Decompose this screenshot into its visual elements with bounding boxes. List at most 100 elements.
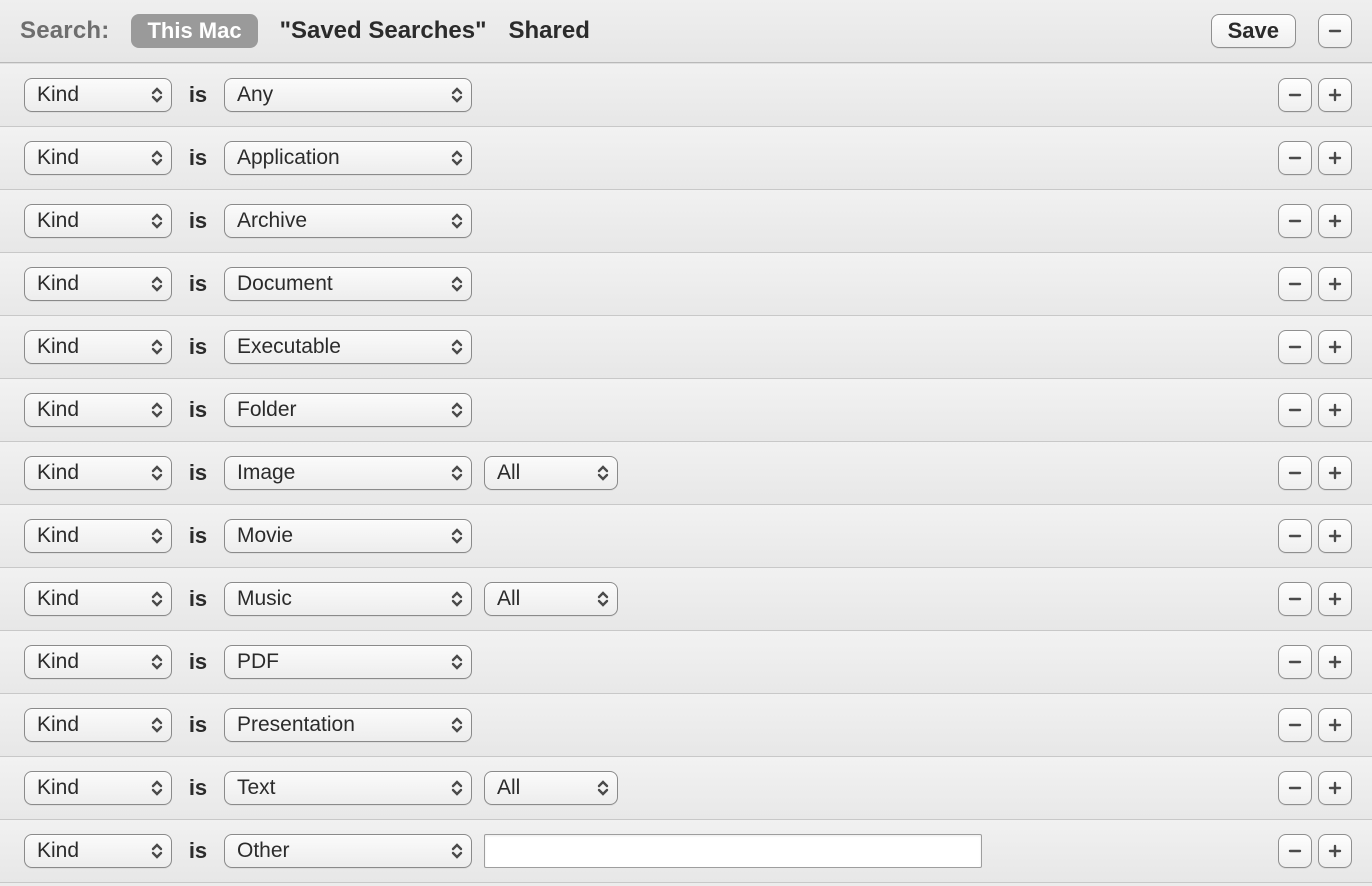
plus-icon xyxy=(1327,843,1343,859)
criterion-attribute-popup[interactable]: Kind xyxy=(24,519,172,553)
add-criterion-button[interactable] xyxy=(1318,519,1352,553)
add-criterion-button[interactable] xyxy=(1318,78,1352,112)
criterion-value-label: Presentation xyxy=(237,713,355,737)
remove-criterion-button[interactable] xyxy=(1278,582,1312,616)
criterion-value-popup[interactable]: Music xyxy=(224,582,472,616)
remove-criterion-button[interactable] xyxy=(1278,708,1312,742)
criterion-operator: is xyxy=(184,460,212,486)
minus-icon xyxy=(1287,87,1303,103)
criterion-subvalue-popup[interactable]: All xyxy=(484,582,618,616)
add-criterion-button[interactable] xyxy=(1318,708,1352,742)
save-button[interactable]: Save xyxy=(1211,14,1296,48)
criterion-row: KindisTextAll xyxy=(0,757,1372,820)
criterion-value-popup[interactable]: Movie xyxy=(224,519,472,553)
criterion-attribute-popup[interactable]: Kind xyxy=(24,267,172,301)
criterion-value-popup[interactable]: Document xyxy=(224,267,472,301)
criterion-attribute-popup[interactable]: Kind xyxy=(24,204,172,238)
criterion-value-popup[interactable]: Text xyxy=(224,771,472,805)
criterion-row-actions xyxy=(1278,141,1352,175)
criterion-row-actions xyxy=(1278,582,1352,616)
criterion-attribute-popup[interactable]: Kind xyxy=(24,645,172,679)
criterion-value-label: Folder xyxy=(237,398,297,422)
chevron-updown-icon xyxy=(151,401,163,419)
chevron-updown-icon xyxy=(451,842,463,860)
add-criterion-button[interactable] xyxy=(1318,393,1352,427)
plus-icon xyxy=(1327,465,1343,481)
criterion-value-popup[interactable]: Archive xyxy=(224,204,472,238)
criterion-attribute-popup[interactable]: Kind xyxy=(24,393,172,427)
criterion-attribute-popup[interactable]: Kind xyxy=(24,708,172,742)
plus-icon xyxy=(1327,402,1343,418)
criterion-attribute-label: Kind xyxy=(37,209,79,233)
plus-icon xyxy=(1327,87,1343,103)
chevron-updown-icon xyxy=(597,590,609,608)
criterion-attribute-popup[interactable]: Kind xyxy=(24,582,172,616)
remove-criterion-button[interactable] xyxy=(1278,834,1312,868)
chevron-updown-icon xyxy=(151,86,163,104)
remove-criterion-button[interactable] xyxy=(1278,204,1312,238)
criterion-attribute-popup[interactable]: Kind xyxy=(24,141,172,175)
criterion-value-label: Image xyxy=(237,461,295,485)
criterion-row: KindisAny xyxy=(0,64,1372,127)
criterion-value-popup[interactable]: Folder xyxy=(224,393,472,427)
criterion-attribute-popup[interactable]: Kind xyxy=(24,834,172,868)
chevron-updown-icon xyxy=(597,779,609,797)
plus-icon xyxy=(1327,339,1343,355)
criterion-value-popup[interactable]: Application xyxy=(224,141,472,175)
remove-criterion-button[interactable] xyxy=(1278,519,1312,553)
chevron-updown-icon xyxy=(151,653,163,671)
criterion-value-popup[interactable]: Other xyxy=(224,834,472,868)
criterion-subvalue-label: All xyxy=(497,461,520,485)
criterion-row-actions xyxy=(1278,645,1352,679)
criterion-operator: is xyxy=(184,271,212,297)
minus-icon xyxy=(1287,465,1303,481)
chevron-updown-icon xyxy=(597,464,609,482)
criterion-row-actions xyxy=(1278,834,1352,868)
criterion-attribute-popup[interactable]: Kind xyxy=(24,330,172,364)
remove-criterion-button[interactable] xyxy=(1278,645,1312,679)
criterion-row-actions xyxy=(1278,771,1352,805)
remove-all-criteria-button[interactable] xyxy=(1318,14,1352,48)
criterion-value-popup[interactable]: PDF xyxy=(224,645,472,679)
criterion-text-input[interactable] xyxy=(484,834,982,868)
criterion-subvalue-popup[interactable]: All xyxy=(484,456,618,490)
add-criterion-button[interactable] xyxy=(1318,645,1352,679)
plus-icon xyxy=(1327,591,1343,607)
add-criterion-button[interactable] xyxy=(1318,330,1352,364)
criterion-value-popup[interactable]: Any xyxy=(224,78,472,112)
plus-icon xyxy=(1327,150,1343,166)
remove-criterion-button[interactable] xyxy=(1278,393,1312,427)
criterion-attribute-popup[interactable]: Kind xyxy=(24,78,172,112)
criterion-attribute-label: Kind xyxy=(37,146,79,170)
criterion-value-popup[interactable]: Image xyxy=(224,456,472,490)
criterion-value-popup[interactable]: Executable xyxy=(224,330,472,364)
criterion-value-label: PDF xyxy=(237,650,279,674)
criterion-row: KindisMovie xyxy=(0,505,1372,568)
minus-icon xyxy=(1287,150,1303,166)
search-scope-this-mac[interactable]: This Mac xyxy=(131,14,257,48)
remove-criterion-button[interactable] xyxy=(1278,456,1312,490)
add-criterion-button[interactable] xyxy=(1318,834,1352,868)
criterion-value-popup[interactable]: Presentation xyxy=(224,708,472,742)
remove-criterion-button[interactable] xyxy=(1278,267,1312,301)
remove-criterion-button[interactable] xyxy=(1278,141,1312,175)
remove-criterion-button[interactable] xyxy=(1278,330,1312,364)
minus-icon xyxy=(1287,843,1303,859)
criterion-subvalue-popup[interactable]: All xyxy=(484,771,618,805)
add-criterion-button[interactable] xyxy=(1318,141,1352,175)
search-scope-shared[interactable]: Shared xyxy=(508,17,589,45)
add-criterion-button[interactable] xyxy=(1318,204,1352,238)
criterion-attribute-popup[interactable]: Kind xyxy=(24,771,172,805)
add-criterion-button[interactable] xyxy=(1318,771,1352,805)
add-criterion-button[interactable] xyxy=(1318,267,1352,301)
remove-criterion-button[interactable] xyxy=(1278,78,1312,112)
criterion-attribute-popup[interactable]: Kind xyxy=(24,456,172,490)
add-criterion-button[interactable] xyxy=(1318,456,1352,490)
add-criterion-button[interactable] xyxy=(1318,582,1352,616)
remove-criterion-button[interactable] xyxy=(1278,771,1312,805)
search-scope-saved-searches[interactable]: "Saved Searches" xyxy=(280,17,487,45)
criterion-attribute-label: Kind xyxy=(37,335,79,359)
minus-icon xyxy=(1287,276,1303,292)
search-scope-bar: Search: This Mac "Saved Searches" Shared… xyxy=(0,0,1372,63)
minus-icon xyxy=(1287,528,1303,544)
